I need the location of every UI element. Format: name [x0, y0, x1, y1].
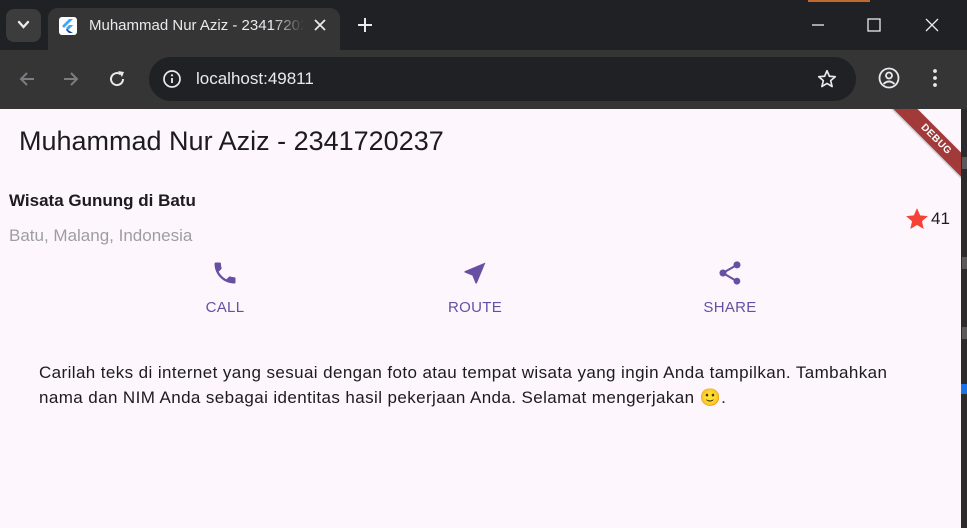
browser-tab[interactable]: Muhammad Nur Aziz - 2341720237 [48, 8, 340, 50]
tab-title: Muhammad Nur Aziz - 2341720237 [89, 17, 304, 34]
route-button[interactable]: ROUTE [415, 259, 535, 323]
edge-accent [961, 384, 967, 394]
call-label: CALL [205, 299, 245, 316]
kebab-menu-icon[interactable] [925, 67, 945, 89]
profile-icon[interactable] [878, 67, 900, 89]
share-button[interactable]: SHARE [670, 259, 790, 323]
address-bar[interactable]: localhost:49811 [149, 57, 856, 101]
reload-icon[interactable] [107, 69, 127, 89]
app-bar-title: Muhammad Nur Aziz - 2341720237 [19, 126, 444, 156]
forward-arrow-icon[interactable] [61, 69, 81, 89]
bookmark-star-icon[interactable] [816, 68, 838, 90]
spot-location: Batu, Malang, Indonesia [9, 226, 193, 245]
back-arrow-icon[interactable] [17, 69, 37, 89]
route-label: ROUTE [448, 299, 502, 316]
share-label: SHARE [703, 299, 757, 316]
app-page: Muhammad Nur Aziz - 2341720237 Wisata Gu… [0, 109, 961, 528]
minimize-icon[interactable] [809, 16, 827, 34]
tab-search-button[interactable] [6, 9, 41, 42]
rating: 41 [904, 206, 961, 232]
flutter-favicon-icon [59, 17, 77, 35]
call-button[interactable]: CALL [165, 259, 285, 323]
edge-mark [962, 327, 967, 339]
spot-name: Wisata Gunung di Batu [9, 191, 196, 210]
window-accent-strip [808, 0, 870, 2]
chevron-down-icon [17, 20, 30, 29]
debug-banner: DEBUG [887, 109, 961, 188]
browser-toolbar: localhost:49811 [0, 50, 967, 109]
new-tab-plus-icon[interactable] [356, 16, 374, 34]
close-icon[interactable] [312, 17, 328, 33]
browser-tab-bar: Muhammad Nur Aziz - 2341720237 [0, 0, 967, 50]
site-info-icon[interactable] [162, 69, 182, 89]
edge-mark [962, 157, 967, 169]
star-icon [906, 208, 928, 229]
phone-icon [214, 262, 236, 284]
window-close-icon[interactable] [923, 16, 941, 34]
edge-mark [962, 257, 967, 269]
rating-count: 41 [931, 209, 950, 228]
maximize-icon[interactable] [865, 16, 883, 34]
share-icon [719, 261, 741, 285]
navigation-icon [464, 262, 486, 284]
url-text[interactable]: localhost:49811 [196, 69, 314, 89]
window-edge-strip [961, 109, 967, 528]
description-text: Carilah teks di internet yang sesuai den… [39, 363, 888, 407]
